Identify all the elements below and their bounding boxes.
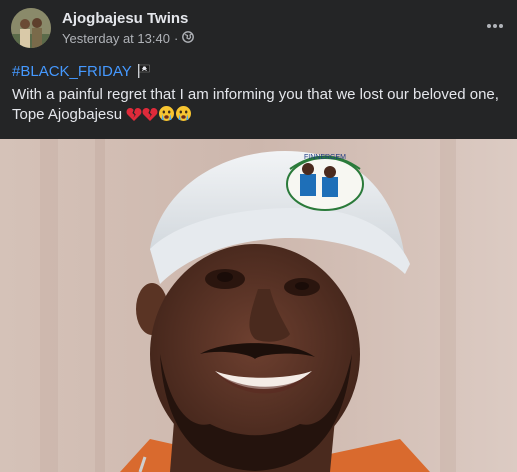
author-name[interactable]: Ajogbajesu Twins [62,10,188,27]
post-timestamp[interactable]: Yesterday at 13:40 [62,31,170,46]
author-avatar[interactable] [11,8,51,48]
cap-badge-text: FINNERGEM [304,154,346,161]
avatar-image [11,8,51,48]
broken-heart-icon [126,107,142,128]
globe-icon[interactable] [182,31,195,46]
crying-face-icon [175,105,192,128]
pirate-flag-icon [136,63,152,85]
post-text: With a painful regret that I am informin… [12,86,499,123]
post-photo[interactable]: FINNERGEM [0,139,517,472]
more-options-button[interactable] [479,10,511,42]
portrait-image: FINNERGEM [0,139,517,472]
post-meta: Yesterday at 13:40 · [62,31,195,46]
broken-heart-icon [142,107,158,128]
hashtag-link[interactable]: #BLACK_FRIDAY [12,63,132,80]
post-caption: #BLACK_FRIDAY With a painful regret that… [12,62,512,128]
meta-separator: · [173,31,179,46]
facebook-post: Ajogbajesu Twins Yesterday at 13:40 · #B… [0,0,517,472]
more-dots-icon [487,24,503,28]
post-header: Ajogbajesu Twins Yesterday at 13:40 · [0,0,517,58]
crying-face-icon [158,105,175,128]
